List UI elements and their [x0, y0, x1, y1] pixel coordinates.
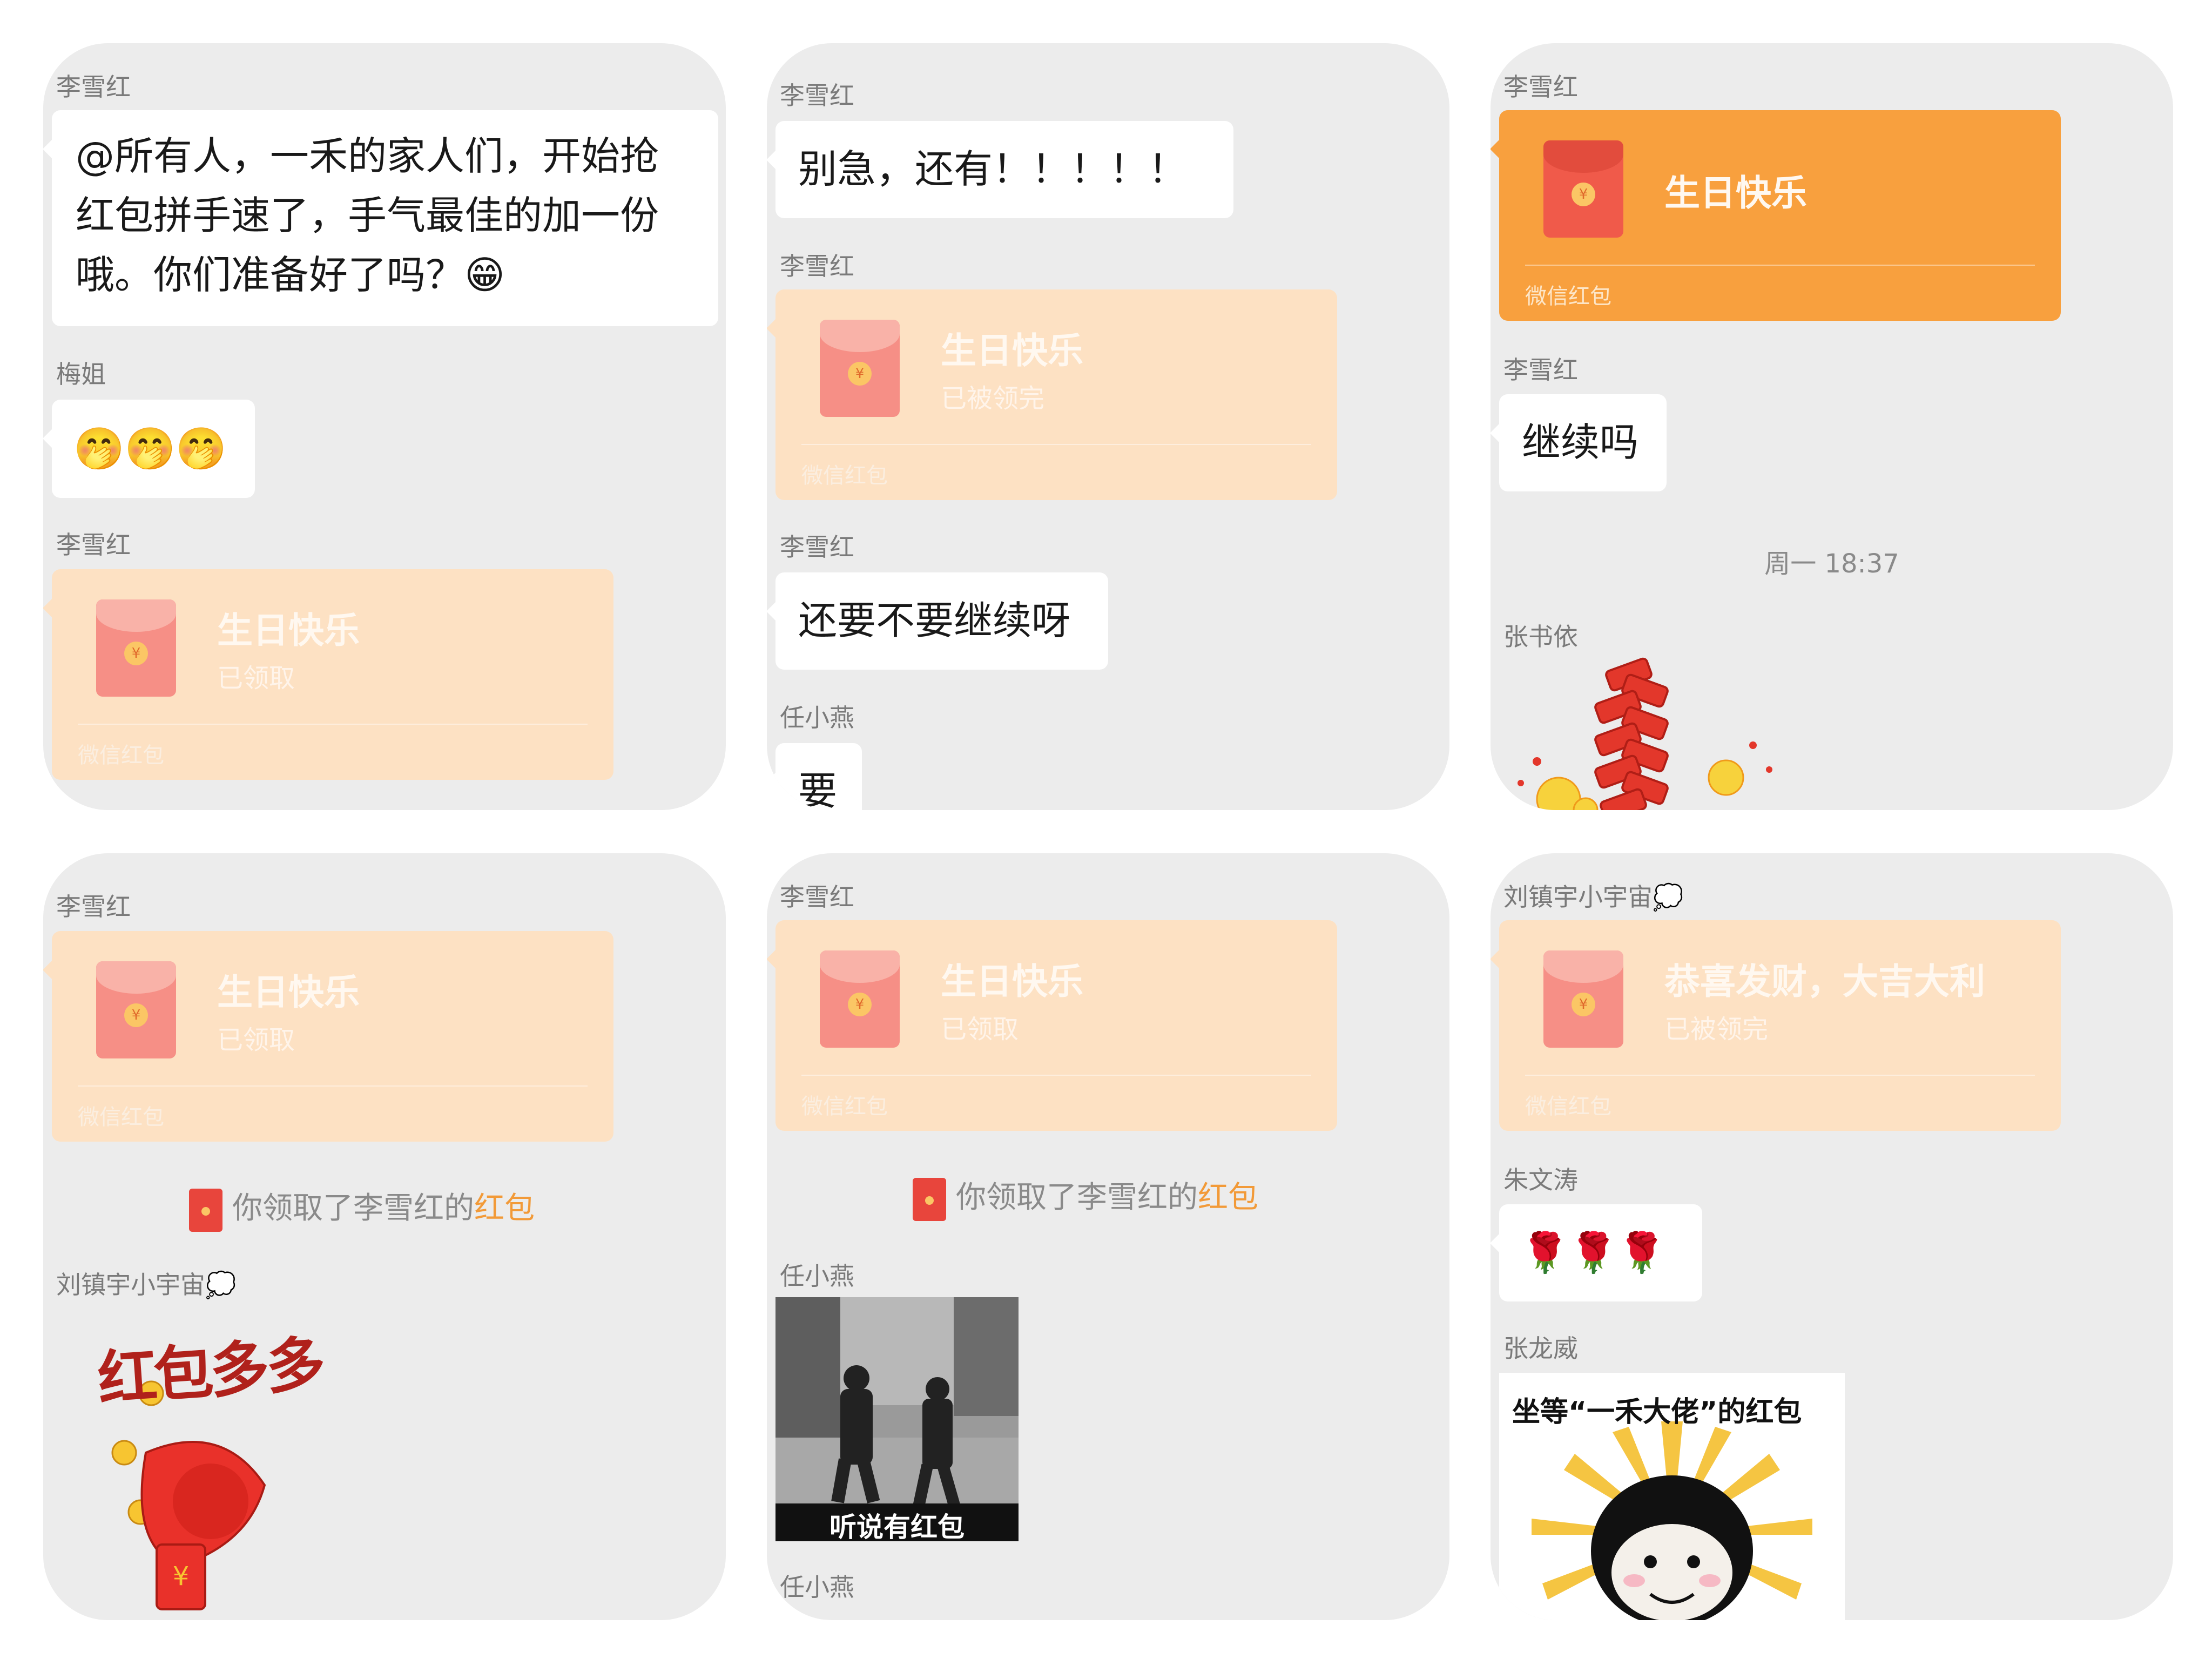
red-packet-label: 微信红包	[801, 463, 888, 488]
red-envelope-icon	[189, 1188, 222, 1232]
message-bubble[interactable]: @所有人，一禾的家人们，开始抢红包拼手速了，手气最佳的加一份哦。你们准备好了吗？…	[52, 110, 718, 326]
sender-name: 刘镇宇小宇宙💭	[56, 1270, 237, 1299]
red-envelope-icon: ¥	[1543, 950, 1623, 1048]
sender-name: 任小燕	[780, 703, 854, 732]
notice-text: 你领取了李雪红的	[232, 1191, 474, 1226]
chat-panel-5: 李雪红 ¥ 生日快乐 已领取 微信红包 你领取了李雪红的红包 任小燕 听说有红包…	[767, 853, 1449, 1620]
red-packet-link[interactable]: 红包	[474, 1191, 535, 1226]
sender-name: 张龙威	[1503, 1334, 1578, 1363]
red-envelope-icon: ¥	[820, 320, 900, 417]
photo-caption: 听说有红包	[830, 1512, 965, 1541]
red-packet-card[interactable]: ¥ 生日快乐 已被领完 微信红包	[775, 289, 1337, 500]
notice-text: 你领取了李雪红的	[956, 1180, 1198, 1215]
red-packet-label: 微信红包	[78, 1105, 164, 1130]
message-bubble[interactable]: 🤭🤭🤭	[52, 400, 255, 498]
chat-panel-4: 李雪红 ¥ 生日快乐 已领取 微信红包 你领取了李雪红的红包 刘镇宇小宇宙💭 ¥…	[43, 853, 726, 1620]
red-packet-label: 微信红包	[78, 743, 164, 768]
sticker-caption: 红包多多	[95, 1328, 325, 1414]
red-packet-status: 已领取	[941, 1014, 1019, 1044]
sender-name: 李雪红	[780, 81, 854, 110]
sender-name: 刘镇宇小宇宙💭	[1503, 882, 1684, 912]
red-packet-card[interactable]: ¥ 生日快乐 已领取 微信红包	[775, 920, 1337, 1131]
red-packet-label: 微信红包	[1525, 284, 1611, 309]
waiting-sticker[interactable]: 坐等“一禾大佬”的红包	[1499, 1373, 1845, 1620]
chat-panel-1: 李雪红 @所有人，一禾的家人们，开始抢红包拼手速了，手气最佳的加一份哦。你们准备…	[43, 43, 726, 810]
red-packet-card[interactable]: ¥ 生日快乐 已领取 微信红包	[52, 931, 613, 1142]
message-bubble[interactable]: 🌹🌹🌹	[1499, 1204, 1702, 1301]
divider	[801, 1075, 1311, 1076]
red-packet-title: 生日快乐	[217, 972, 360, 1013]
chat-panel-6: 刘镇宇小宇宙💭 ¥ 恭喜发财，大吉大利 已被领完 微信红包 朱文涛 🌹🌹🌹 张龙…	[1491, 853, 2173, 1620]
firecracker-sticker[interactable]	[1499, 653, 1780, 810]
sender-name: 李雪红	[56, 530, 131, 559]
system-notice: 你领取了李雪红的红包	[913, 1176, 1258, 1221]
red-packet-card[interactable]: ¥ 恭喜发财，大吉大利 已被领完 微信红包	[1499, 920, 2061, 1131]
red-envelope-icon: ¥	[820, 950, 900, 1048]
svg-text:¥: ¥	[173, 1561, 190, 1591]
sender-name: 李雪红	[780, 532, 854, 562]
sender-name: 朱文涛	[1503, 1165, 1578, 1195]
red-packet-sticker[interactable]: ¥ 红包多多	[65, 1312, 346, 1615]
red-packet-title: 生日快乐	[941, 330, 1083, 372]
sender-name: 任小燕	[780, 1573, 854, 1602]
red-packet-link[interactable]: 红包	[1198, 1180, 1258, 1215]
red-packet-card[interactable]: ¥ 生日快乐 微信红包	[1499, 110, 2061, 321]
message-bubble[interactable]: 要	[775, 743, 862, 810]
sender-name: 李雪红	[56, 72, 131, 102]
red-packet-label: 微信红包	[1525, 1094, 1611, 1119]
red-packet-card[interactable]: ¥ 生日快乐 已领取 微信红包	[52, 569, 613, 780]
sender-name: 任小燕	[780, 1262, 854, 1291]
sender-name: 李雪红	[780, 882, 854, 912]
message-bubble[interactable]: 还要不要继续呀	[775, 572, 1108, 670]
red-packet-title: 生日快乐	[941, 961, 1083, 1002]
divider	[1525, 1075, 2035, 1076]
sticker-caption: 坐等“一禾大佬”的红包	[1512, 1396, 1802, 1428]
red-envelope-icon: ¥	[96, 961, 176, 1058]
red-packet-status: 已领取	[217, 1025, 295, 1055]
sender-name: 李雪红	[1503, 72, 1578, 102]
red-packet-status: 已领取	[217, 663, 295, 693]
chat-panel-2: 李雪红 别急，还有！！！！！ 李雪红 ¥ 生日快乐 已被领完 微信红包 李雪红 …	[767, 43, 1449, 810]
sender-name: 李雪红	[1503, 355, 1578, 385]
sender-name: 张书依	[1503, 622, 1578, 651]
chat-panel-3: 李雪红 ¥ 生日快乐 微信红包 李雪红 继续吗 周一 18:37 张书依	[1491, 43, 2173, 810]
system-notice: 你领取了李雪红的红包	[189, 1187, 535, 1232]
red-envelope-icon	[913, 1177, 946, 1221]
message-bubble[interactable]: 继续吗	[1499, 394, 1667, 491]
red-envelope-icon: ¥	[96, 599, 176, 697]
divider	[78, 1085, 588, 1087]
message-bubble[interactable]: 别急，还有！！！！！	[775, 121, 1233, 218]
divider	[801, 444, 1311, 445]
sender-name: 李雪红	[56, 892, 131, 921]
red-packet-status: 已被领完	[1664, 1014, 1769, 1044]
red-packet-title: 生日快乐	[1664, 172, 1807, 214]
red-packet-title: 生日快乐	[217, 610, 360, 651]
red-packet-status: 已被领完	[941, 383, 1045, 414]
divider	[1525, 265, 2035, 266]
red-packet-title: 恭喜发财，大吉大利	[1664, 961, 1985, 1002]
red-envelope-icon: ¥	[1543, 140, 1623, 238]
sender-name: 李雪红	[780, 252, 854, 281]
timestamp: 周一 18:37	[1764, 549, 1899, 579]
divider	[78, 724, 588, 725]
red-packet-label: 微信红包	[801, 1094, 888, 1119]
photo-sticker[interactable]: 听说有红包	[775, 1297, 1019, 1541]
sender-name: 梅姐	[56, 360, 106, 389]
